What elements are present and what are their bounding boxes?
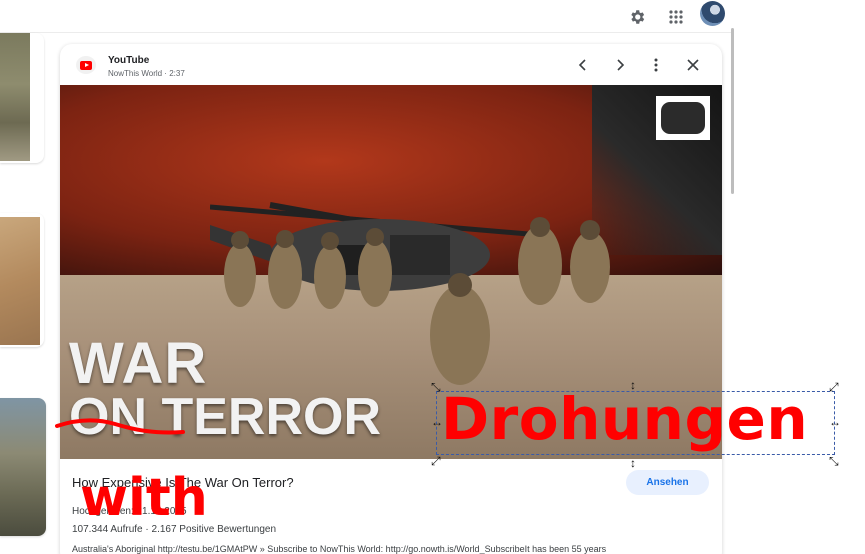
overlay-text-drohungen[interactable]: Drohungen [441, 384, 808, 454]
fullscreen-icon [656, 96, 710, 140]
thumbnail-title-line1: WAR [69, 331, 208, 396]
resize-handle-w-icon[interactable]: ↔ [431, 416, 443, 428]
resize-handle-se-icon[interactable]: ⤡ [829, 455, 839, 467]
chevron-right-icon[interactable] [609, 54, 631, 76]
video-description: Australia's Aboriginal http://testu.be/1… [72, 544, 607, 554]
view-button[interactable]: Ansehen [626, 470, 709, 495]
chevron-left-icon[interactable] [572, 54, 594, 76]
apps-grid-icon[interactable] [663, 4, 689, 30]
scrollbar[interactable] [731, 28, 734, 194]
resize-handle-nw-icon[interactable]: ⤡ [431, 381, 441, 393]
resize-handle-n-icon[interactable]: ↕ [630, 379, 636, 391]
close-icon[interactable] [682, 54, 704, 76]
result-thumbnail[interactable] [0, 213, 44, 347]
resize-handle-s-icon[interactable]: ↕ [630, 457, 636, 469]
card-header: YouTube NowThis World · 2:37 [60, 44, 722, 85]
avatar[interactable] [700, 1, 725, 26]
source-meta: NowThis World · 2:37 [108, 69, 185, 78]
source-name[interactable]: YouTube [108, 55, 149, 66]
overlay-text-with[interactable]: with [80, 468, 208, 528]
red-scribble-stroke [55, 418, 185, 435]
result-thumbnail[interactable] [0, 33, 44, 163]
resize-handle-e-icon[interactable]: ↔ [829, 416, 841, 428]
resize-handle-sw-icon[interactable]: ⤢ [431, 455, 441, 467]
header-divider [0, 32, 733, 33]
settings-gear-icon[interactable] [624, 4, 650, 30]
youtube-logo-icon [76, 56, 96, 74]
result-thumbnail[interactable] [0, 398, 46, 536]
more-vert-icon[interactable] [645, 54, 667, 76]
resize-handle-ne-icon[interactable]: ⤢ [829, 381, 839, 393]
